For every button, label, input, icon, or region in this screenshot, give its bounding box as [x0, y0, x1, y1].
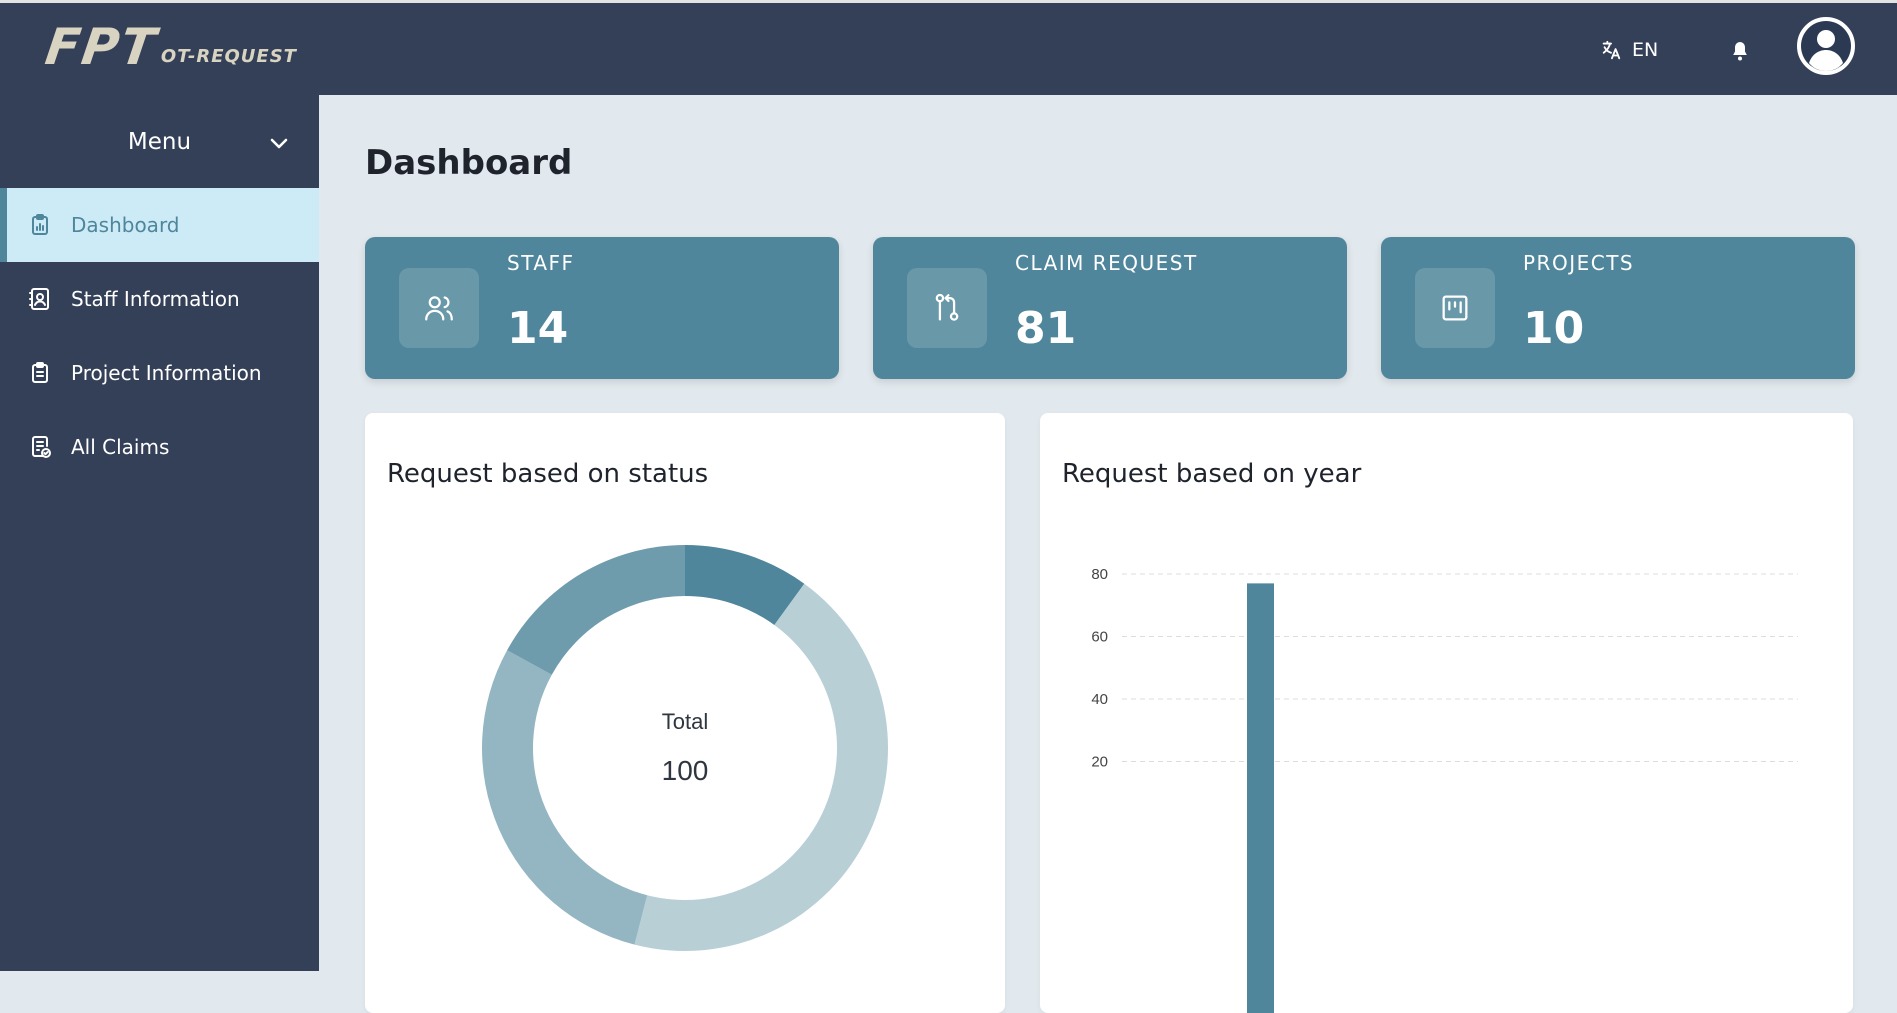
git-pull-request-icon: [907, 268, 987, 348]
menu-label: Menu: [127, 128, 192, 155]
year-chart-panel: Request based on year 20 40 60 80: [1040, 413, 1853, 1013]
kanban-icon: [1415, 268, 1495, 348]
donut-slice-2[interactable]: [482, 650, 648, 945]
year-bar-chart: 20 40 60 80: [1091, 566, 1798, 1013]
sidebar-item-label: All Claims: [71, 435, 170, 459]
stat-card-projects[interactable]: PROJECTS 10: [1381, 237, 1855, 379]
sidebar-item-staff-information[interactable]: Staff Information: [0, 262, 319, 336]
stat-value: 14: [507, 303, 569, 354]
donut-slice-3[interactable]: [507, 545, 685, 675]
user-avatar-icon[interactable]: [1797, 17, 1855, 75]
y-tick-label: 80: [1091, 566, 1108, 583]
y-tick-label: 40: [1091, 691, 1108, 708]
sidebar-item-dashboard[interactable]: Dashboard: [0, 188, 319, 262]
sidebar-item-project-information[interactable]: Project Information: [0, 336, 319, 410]
sidebar-item-label: Dashboard: [71, 213, 180, 237]
status-chart-panel: Request based on status Total 100: [365, 413, 1005, 1013]
stat-label: CLAIM REQUEST: [1015, 251, 1198, 275]
bar-0[interactable]: [1247, 583, 1274, 1013]
y-tick-label: 60: [1091, 629, 1108, 646]
app-logo[interactable]: FPT OT-REQUEST: [41, 18, 297, 76]
bell-icon[interactable]: [1728, 39, 1752, 63]
stat-label: STAFF: [507, 251, 575, 275]
receipt-check-icon: [28, 435, 52, 459]
y-tick-label: 20: [1091, 754, 1108, 771]
sidebar-item-label: Staff Information: [71, 287, 240, 311]
stat-card-staff[interactable]: STAFF 14: [365, 237, 839, 379]
clipboard-list-icon: [28, 361, 52, 385]
logo-sub-text: OT-REQUEST: [160, 46, 297, 67]
top-navbar: FPT OT-REQUEST EN: [0, 0, 1897, 95]
chevron-down-icon: [269, 131, 289, 157]
translate-icon: [1600, 39, 1622, 61]
stat-card-claim-request[interactable]: CLAIM REQUEST 81: [873, 237, 1347, 379]
stat-label: PROJECTS: [1523, 251, 1635, 275]
donut-center-value: 100: [661, 755, 709, 786]
main-content: Dashboard STAFF 14 CLAIM REQUEST 81 PROJ…: [319, 95, 1897, 1013]
stat-value: 81: [1015, 303, 1077, 354]
clipboard-chart-icon: [28, 213, 52, 237]
sidebar-item-all-claims[interactable]: All Claims: [0, 410, 319, 484]
page-title: Dashboard: [365, 143, 573, 183]
donut-center-label: Total: [661, 709, 709, 734]
logo-main-text: FPT: [41, 18, 161, 76]
language-switcher[interactable]: EN: [1600, 39, 1658, 61]
stat-value: 10: [1523, 303, 1585, 354]
sidebar-item-label: Project Information: [71, 361, 262, 385]
language-code: EN: [1632, 39, 1659, 61]
contact-book-icon: [28, 287, 52, 311]
sidebar: Menu Dashboard Staff Information Project…: [0, 95, 319, 971]
menu-toggle[interactable]: Menu: [0, 95, 319, 188]
users-icon: [399, 268, 479, 348]
